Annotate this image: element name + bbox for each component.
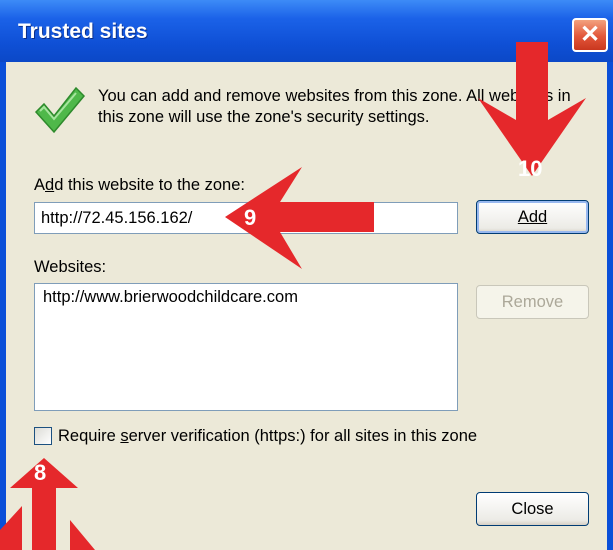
- arrow-10-label: 10: [518, 156, 542, 181]
- annotation-overlay: 10 9 8: [0, 42, 586, 550]
- trusted-sites-dialog: Trusted sites ✕ You can add and remove w…: [0, 0, 613, 550]
- annotation-arrow-9: 9: [225, 167, 374, 269]
- arrow-9-label: 9: [244, 205, 256, 230]
- arrow-8-label: 8: [34, 460, 46, 485]
- annotation-arrow-10: 10: [478, 42, 586, 181]
- annotation-arrow-8: 8: [0, 458, 95, 550]
